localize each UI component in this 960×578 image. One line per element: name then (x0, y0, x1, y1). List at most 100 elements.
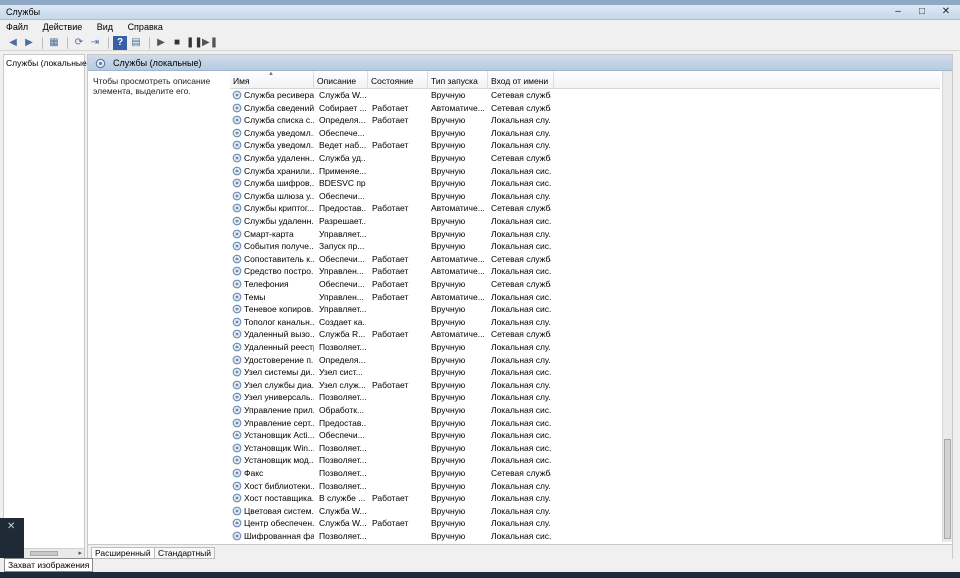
cell-description: Узел служ... (319, 379, 366, 390)
back-arrow-icon[interactable]: ◀ (6, 36, 20, 50)
cell-startup-type: Вручную (431, 127, 466, 138)
cell-description: Разрешает... (319, 216, 366, 226)
show-tree-icon[interactable]: ▦ (47, 36, 61, 50)
close-button[interactable]: ✕ (938, 6, 954, 18)
table-row[interactable]: Факс Позволяет... Вручную Сетевая служба (230, 467, 940, 480)
cell-description: Управлен... (319, 291, 364, 302)
table-row[interactable]: События получе... Запуск пр... Вручную Лока… (230, 240, 940, 253)
table-row[interactable]: Теневое копиров... Управляет... Вручную Лок… (230, 303, 940, 316)
table-row[interactable]: Средство постро... Управлен... Работает Авт… (230, 265, 940, 278)
table-row[interactable]: Служба удаленн... Служба уд... Вручную Сете… (230, 152, 940, 165)
column-description[interactable]: Описание (314, 71, 368, 89)
table-row[interactable]: Установщик Acti... Обеспечи... Вручную Лока… (230, 429, 940, 442)
table-row[interactable]: Узел службы диа... Узел служ... Работает Вр… (230, 379, 940, 392)
cell-name: Цветовая систем... (244, 505, 314, 516)
cell-log-on-as: Локальная слу... (491, 354, 551, 365)
table-row[interactable]: Цветовая систем... Служба W... Вручную Лока… (230, 505, 940, 518)
tree-node-local-services[interactable]: Службы (локальные) (6, 58, 90, 68)
column-log-on-as[interactable]: Вход от имени (488, 71, 554, 89)
table-row[interactable]: Установщик мод... Позволяет... Вручную Лока… (230, 454, 940, 467)
cell-description: Позволяет... (319, 442, 366, 453)
table-row[interactable]: Тополог канальн... Создает ка... Вручную Ло… (230, 316, 940, 329)
service-gear-icon (232, 342, 242, 352)
scroll-right-icon[interactable]: ▸ (78, 549, 82, 557)
export-list-icon[interactable]: ⇥ (88, 36, 102, 50)
table-row[interactable]: Сопоставитель к... Обеспечи... Работает Авт… (230, 253, 940, 266)
table-row[interactable]: Узел системы ди... Узел сист... Вручную Лок… (230, 366, 940, 379)
table-row[interactable]: Служба шифров... BDESVC пр... Вручную Локал… (230, 177, 940, 190)
table-row[interactable]: Служба списка с... Определя... Работает Вру… (230, 114, 940, 127)
maximize-button[interactable]: □ (914, 6, 930, 18)
scrollbar-thumb[interactable] (944, 439, 951, 539)
console-tree: Службы (локальные) ◂ ▸ (3, 54, 90, 559)
service-gear-icon (232, 456, 242, 465)
menu-help[interactable]: Справка (122, 20, 169, 32)
column-status[interactable]: Состояние (368, 71, 428, 89)
cell-log-on-as: Локальная слу... (491, 518, 551, 529)
cell-description: Собирает ... (319, 102, 366, 113)
table-row[interactable]: Управление прил... Обработк... Вручную Лока… (230, 404, 940, 417)
table-row[interactable]: Служба хранили... Применяе... Вручную Локал… (230, 165, 940, 178)
cell-log-on-as: Сетевая служба (491, 203, 551, 214)
properties-icon[interactable]: ▤ (129, 36, 143, 50)
column-startup-type[interactable]: Тип запуска (428, 71, 488, 89)
cell-name: Факс (244, 468, 264, 478)
table-row[interactable]: Смарт-карта Управляет... Вручную Локальная … (230, 228, 940, 241)
table-row[interactable]: Узел универсаль... Позволяет... Вручную Лок… (230, 391, 940, 404)
menu-action[interactable]: Действие (37, 20, 89, 32)
cell-name: Служба уведомл... (244, 140, 314, 151)
table-row[interactable]: Удаленный реестр Позволяет... Вручную Локал… (230, 341, 940, 354)
table-row[interactable]: Служба ресивера... Служба W... Вручную Сете… (230, 89, 940, 102)
cell-log-on-as: Сетевая служба (491, 153, 551, 163)
table-row[interactable]: Хост библиотеки... Позволяет... Вручную Лок… (230, 480, 940, 493)
list-vertical-scrollbar[interactable] (942, 71, 952, 542)
help-icon[interactable]: ? (113, 35, 127, 50)
cell-startup-type: Вручную (431, 392, 466, 403)
table-row[interactable]: Телефония Обеспечи... Работает Вручную Сетев… (230, 278, 940, 291)
menu-view[interactable]: Вид (91, 20, 119, 32)
cell-name: Служба уведомл... (244, 127, 314, 138)
column-name[interactable]: Имя (230, 71, 314, 89)
table-row[interactable]: Удаленный вызо... Служба R... Работает Авто… (230, 328, 940, 341)
cell-startup-type: Вручную (431, 442, 466, 453)
tab-standard[interactable]: Стандартный (154, 547, 216, 559)
service-gear-icon (232, 380, 242, 390)
restart-service-icon[interactable]: ▶❚ (202, 36, 218, 50)
cell-description: Управляет... (319, 228, 366, 239)
table-row[interactable]: Служба уведомл... Обеспече... Вручную Локал… (230, 127, 940, 140)
pause-service-icon[interactable]: ❚❚ (186, 36, 203, 50)
table-row[interactable]: Службы удаленн... Разрешает... Вручную Лока… (230, 215, 940, 228)
start-service-icon[interactable]: ▶ (154, 36, 168, 50)
cell-description: Запуск пр... (319, 241, 365, 252)
tab-extended[interactable]: Расширенный (91, 547, 155, 559)
cell-log-on-as: Локальная сис... (491, 531, 551, 541)
table-row[interactable]: Служба уведомл... Ведет наб... Работает Вру… (230, 139, 940, 152)
table-row[interactable]: Хост поставщика... В службе ... Работает Вр… (230, 492, 940, 505)
service-gear-icon (232, 355, 242, 364)
table-row[interactable]: Служба шлюза у... Обеспечи... Вручную Локал… (230, 190, 940, 203)
service-gear-icon (232, 443, 242, 453)
table-row[interactable]: Центр обеспечен... Служба W... Работает Вру… (230, 517, 940, 530)
table-row[interactable]: Службы криптог... Предостав... Работает Авт… (230, 202, 940, 215)
table-row[interactable]: Управление серт... Предостав... Вручную Лок… (230, 417, 940, 430)
cell-startup-type: Вручную (431, 140, 466, 151)
minimize-button[interactable]: ‒ (890, 6, 906, 18)
table-row[interactable]: Установщик Win... Позволяет... Вручную Лока… (230, 442, 940, 455)
scrollbar-thumb[interactable] (30, 551, 58, 556)
cell-startup-type: Автоматиче... (431, 203, 485, 214)
cell-description: Обеспече... (319, 127, 365, 138)
cell-status: Работает (372, 379, 409, 390)
table-row[interactable]: Служба сведений... Собирает ... Работает Ав… (230, 102, 940, 115)
table-row[interactable]: Шифрованная фа... Позволяет... Вручную Лока… (230, 530, 940, 543)
cell-startup-type: Вручную (431, 531, 466, 541)
forward-arrow-icon[interactable]: ▶ (22, 36, 36, 50)
refresh-icon[interactable]: ⟳ (72, 36, 86, 50)
cell-description: Позволяет... (319, 342, 366, 352)
table-row[interactable]: Темы Управлен... Работает Автоматиче... Лока… (230, 291, 940, 304)
table-row[interactable]: Удостоверение п... Определя... Вручную Лока… (230, 354, 940, 367)
stop-service-icon[interactable]: ■ (170, 36, 184, 50)
menu-file[interactable]: Файл (0, 20, 34, 32)
toolbar-separator (42, 36, 43, 49)
cell-status: Работает (372, 115, 409, 126)
close-icon[interactable]: ✕ (7, 521, 15, 532)
